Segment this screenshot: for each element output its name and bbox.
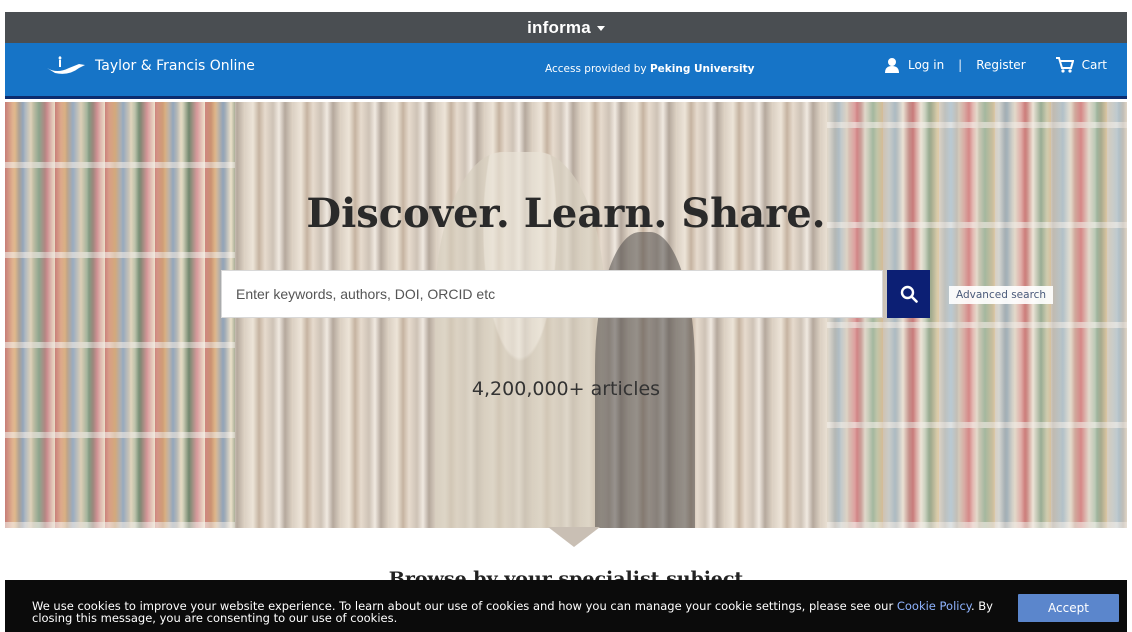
hero-background-shelves-left [5,102,235,528]
search-button[interactable] [887,270,930,318]
access-institution: Peking University [649,63,755,75]
cart-label: Cart [1081,58,1107,72]
cookie-message: We use cookies to improve your website e… [32,600,1022,624]
accept-cookies-button[interactable]: Accept [1018,594,1119,622]
articles-count: 4,200,000+ articles [471,378,661,400]
cart-icon [1055,57,1074,73]
hero-banner: Discover. Learn. Share. Advanced search … [5,102,1127,528]
register-link[interactable]: Register [976,58,1025,72]
logo-text: Taylor & Francis Online [95,58,255,74]
access-notice: Access provided by Peking University [545,63,754,75]
access-prefix: Access provided by [545,63,647,75]
informa-brand-label: informa [527,17,591,37]
site-header: Taylor & Francis Online Access provided … [5,43,1127,99]
cart-link[interactable]: Cart [1055,57,1107,73]
page-frame: informa Taylor & Francis Online Access p… [5,12,1127,632]
search-icon [900,285,918,303]
login-label: Log in [907,58,945,72]
cookie-policy-link[interactable]: Cookie Policy [897,599,971,613]
user-nav: Log in | Register Cart [884,57,1107,73]
register-label: Register [976,58,1026,72]
search-input[interactable] [221,270,883,318]
login-link[interactable]: Log in [884,57,944,73]
hero-notch [548,527,600,547]
user-icon [884,58,899,73]
lamp-logo-icon [47,56,85,74]
nav-separator: | [958,58,963,72]
hero-title: Discover. Learn. Share. [306,190,826,237]
informa-brand-menu[interactable]: informa [527,18,605,38]
site-logo[interactable]: Taylor & Francis Online [45,54,255,78]
informa-bar: informa [5,12,1127,43]
caret-down-icon [596,26,605,31]
cookie-banner: We use cookies to improve your website e… [5,580,1127,632]
advanced-search-link[interactable]: Advanced search [949,286,1054,304]
